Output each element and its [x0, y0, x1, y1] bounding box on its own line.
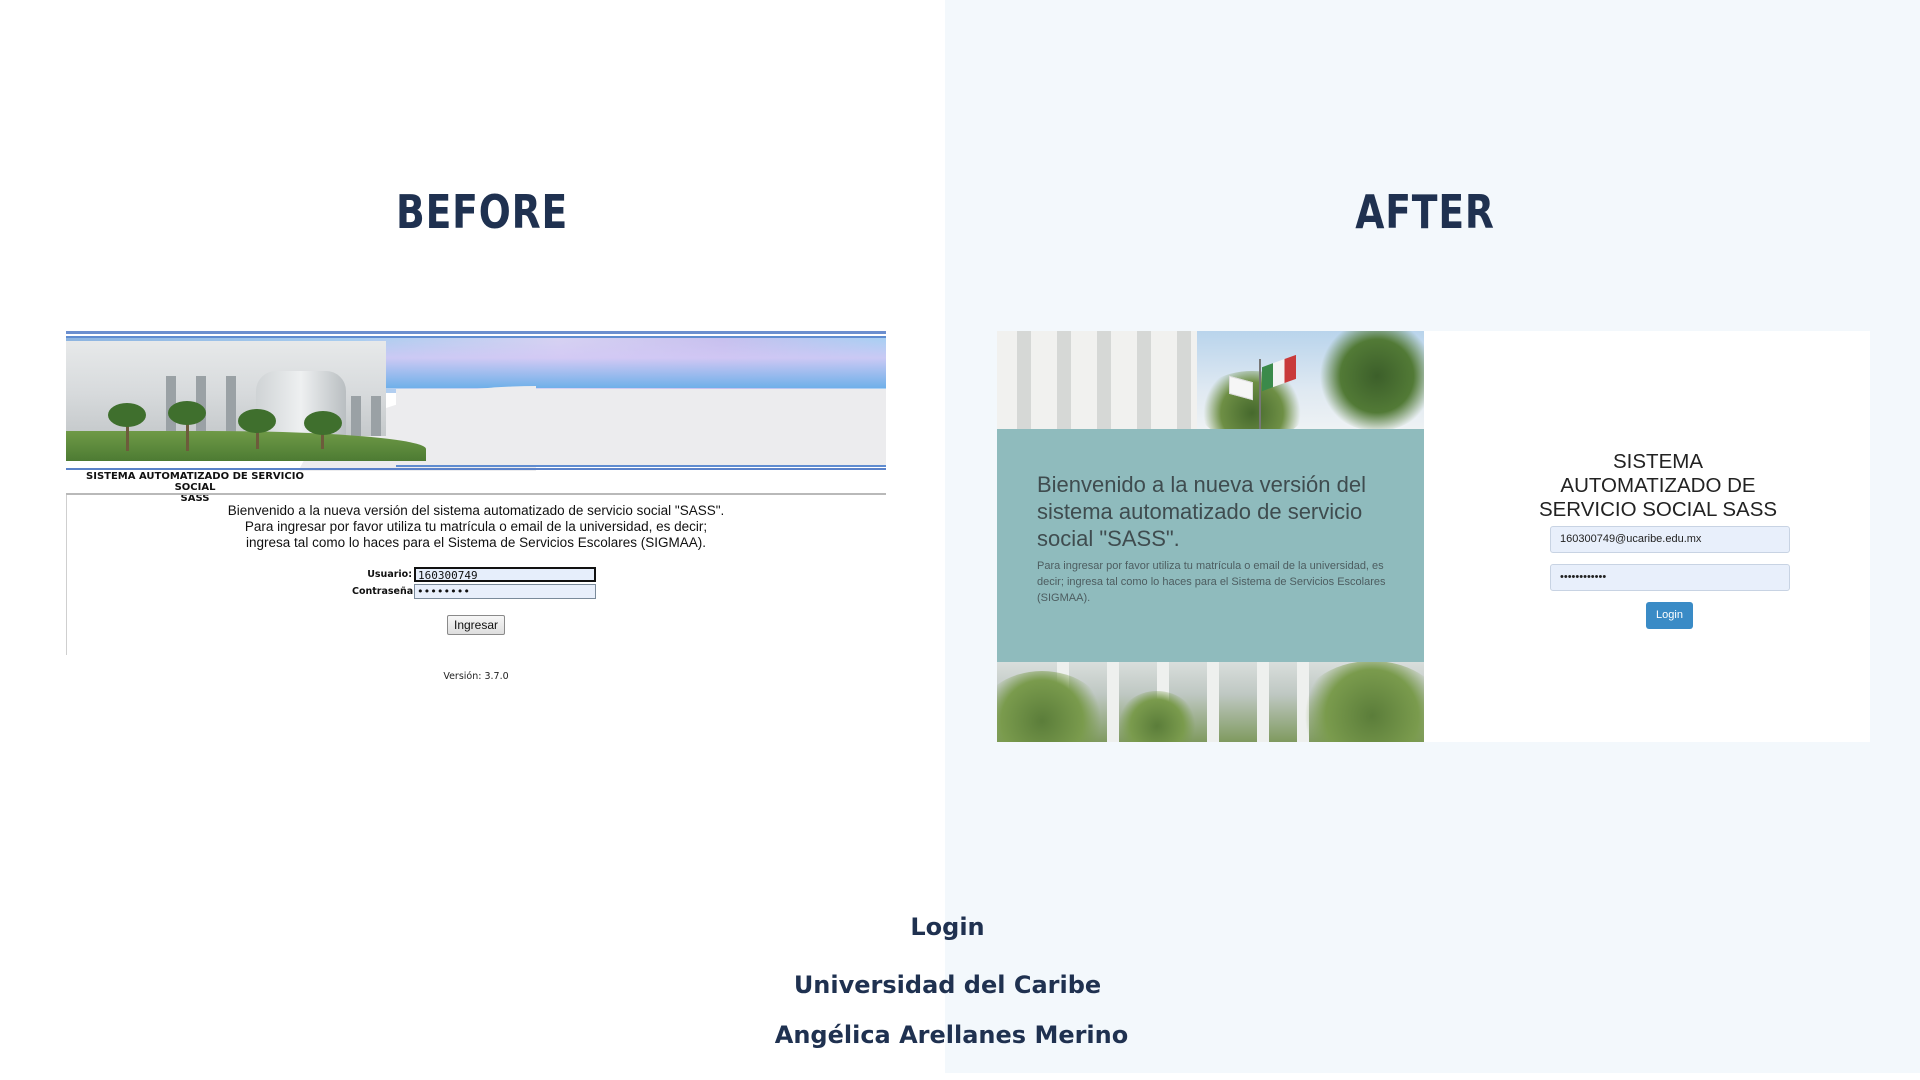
author-caption: Angélica Arellanes Merino: [774, 1021, 1129, 1049]
user-label: Usuario:: [367, 569, 412, 580]
screen-caption: Login: [910, 913, 985, 941]
welcome-text: Bienvenido a la nueva versión del sistem…: [1037, 472, 1367, 551]
login-button[interactable]: Login: [1646, 602, 1693, 629]
password-input[interactable]: ••••••••: [414, 584, 596, 599]
after-heading: AFTER: [1355, 185, 1495, 239]
password-label: Contraseña:: [352, 586, 417, 597]
password-input[interactable]: ••••••••••••: [1550, 564, 1790, 591]
instructions-text: Para ingresar por favor utiliza tu matrí…: [1037, 560, 1386, 604]
campus-photo: Bienvenido a la nueva versión del sistem…: [997, 331, 1424, 742]
version-text: Versión: 3.7.0: [443, 671, 509, 682]
before-screenshot: SISTEMA AUTOMATIZADO DE SERVICIO SOCIAL …: [66, 331, 886, 683]
after-screenshot: Bienvenido a la nueva versión del sistem…: [997, 331, 1870, 742]
user-input[interactable]: 160300749: [414, 567, 596, 582]
ingresar-button[interactable]: Ingresar: [447, 615, 505, 635]
welcome-text: Bienvenido a la nueva versión del sistem…: [227, 503, 725, 550]
welcome-panel: Bienvenido a la nueva versión del sistem…: [997, 429, 1424, 662]
email-input[interactable]: 160300749@ucaribe.edu.mx: [1550, 526, 1790, 553]
before-heading: BEFORE: [396, 185, 569, 239]
system-title: SISTEMA AUTOMATIZADO DE SERVICIO SOCIAL …: [1538, 450, 1778, 521]
organization-caption: Universidad del Caribe: [793, 971, 1102, 999]
campus-banner-image: [66, 331, 886, 471]
